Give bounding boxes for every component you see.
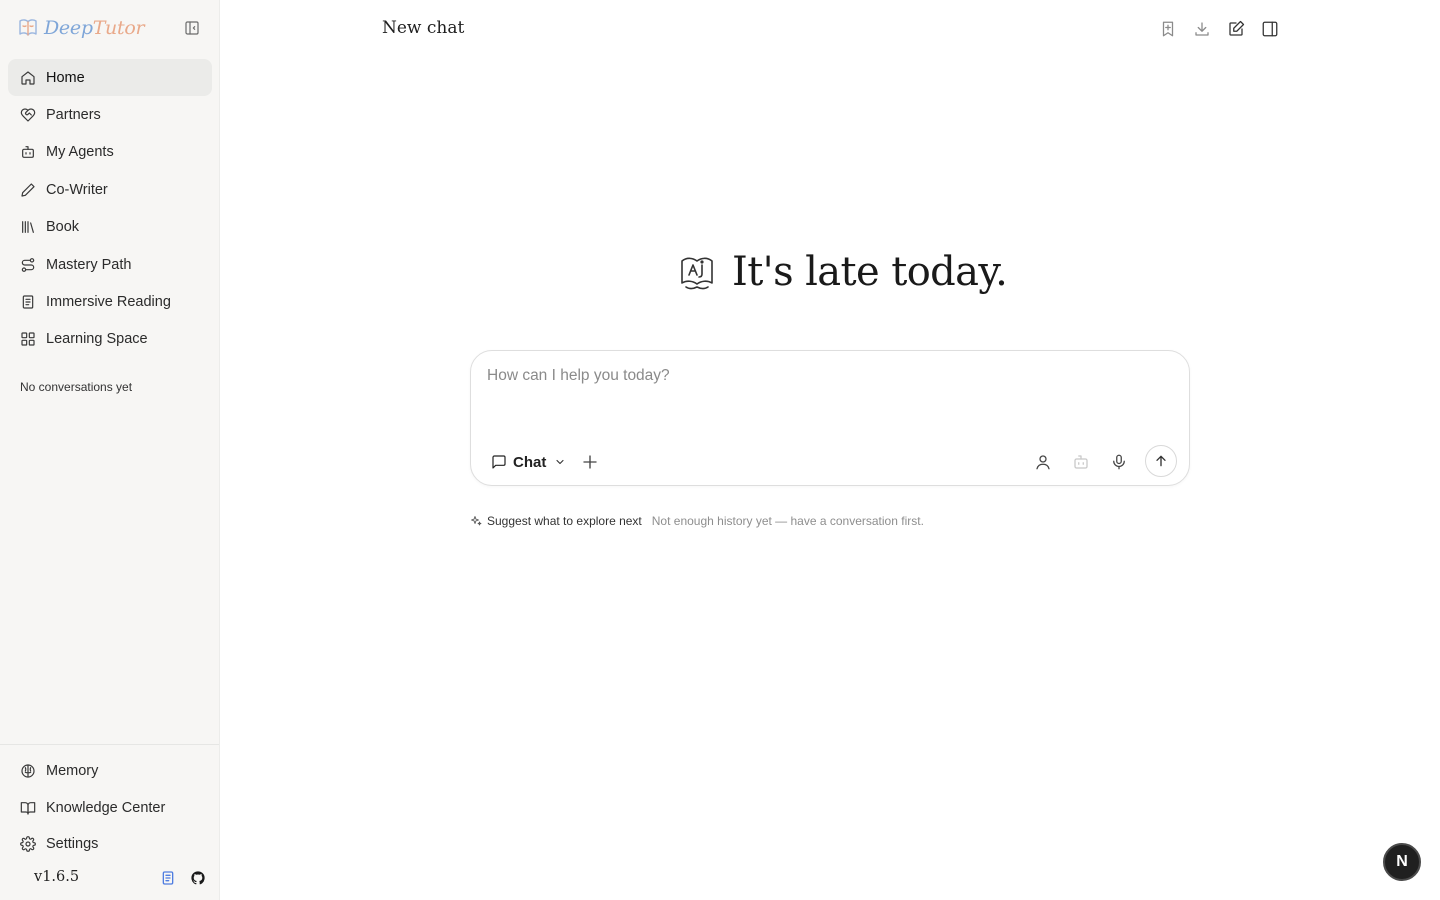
sparkles-icon xyxy=(470,515,482,527)
bot-icon xyxy=(20,144,36,160)
sidebar-item-label: Learning Space xyxy=(46,331,148,348)
edit-square-icon[interactable] xyxy=(1227,20,1245,38)
docs-icon[interactable] xyxy=(160,870,176,886)
floating-badge-button[interactable]: N xyxy=(1383,843,1421,881)
sidebar-item-label: Memory xyxy=(46,763,99,780)
version-label: v1.6.5 xyxy=(34,869,80,885)
sidebar-item-mastery-path[interactable]: Mastery Path xyxy=(8,246,212,283)
panel-right-icon[interactable] xyxy=(1261,20,1279,38)
mic-icon[interactable] xyxy=(1110,453,1128,471)
book-open-icon xyxy=(20,800,36,816)
empty-conversations-text: No conversations yet xyxy=(20,380,133,394)
suggest-button[interactable]: Suggest what to explore next xyxy=(487,514,642,528)
grid-icon xyxy=(20,331,36,347)
message-square-icon xyxy=(491,454,507,470)
sidebar-item-label: Home xyxy=(46,69,85,86)
sidebar-item-label: Settings xyxy=(46,835,99,852)
brand[interactable]: DeepTutor xyxy=(16,14,145,42)
sidebar-item-label: Knowledge Center xyxy=(46,799,166,816)
suggest-row: Suggest what to explore next Not enough … xyxy=(470,513,924,529)
mode-label: Chat xyxy=(513,453,547,471)
brand-logo-icon xyxy=(16,16,40,40)
bot-icon[interactable] xyxy=(1072,453,1090,471)
sidebar-item-learning-space[interactable]: Learning Space xyxy=(8,321,212,358)
sidebar-bottom: Memory Knowledge Center Settings xyxy=(0,744,219,862)
brand-name: DeepTutor xyxy=(44,17,145,39)
route-icon xyxy=(20,257,36,273)
chevron-down-icon xyxy=(554,456,566,468)
version-row: v1.6.5 xyxy=(0,864,219,892)
sidebar-item-co-writer[interactable]: Co-Writer xyxy=(8,171,212,208)
brain-icon xyxy=(20,763,36,779)
page-title: New chat xyxy=(382,18,465,38)
heart-handshake-icon xyxy=(20,107,36,123)
add-attachment-icon[interactable] xyxy=(581,453,599,471)
sidebar: DeepTutor Home Partners My Agents Co-Wri… xyxy=(0,0,220,900)
deeptutor-mascot-icon xyxy=(676,251,718,293)
download-icon[interactable] xyxy=(1193,20,1211,38)
sidebar-item-label: My Agents xyxy=(46,144,114,161)
greeting-text: It's late today. xyxy=(732,249,1008,295)
sidebar-item-immersive-reading[interactable]: Immersive Reading xyxy=(8,283,212,320)
message-input[interactable] xyxy=(487,367,1167,427)
gear-icon xyxy=(20,836,36,852)
notebook-icon xyxy=(20,294,36,310)
bookmark-icon[interactable] xyxy=(1159,20,1177,38)
sidebar-item-my-agents[interactable]: My Agents xyxy=(8,134,212,171)
sidebar-item-book[interactable]: Book xyxy=(8,209,212,246)
mode-select[interactable]: Chat xyxy=(491,452,566,472)
hero-greeting: It's late today. xyxy=(676,246,1008,298)
sidebar-item-knowledge-center[interactable]: Knowledge Center xyxy=(8,789,211,825)
sidebar-nav: Home Partners My Agents Co-Writer Book M… xyxy=(8,59,212,358)
collapse-sidebar-icon[interactable] xyxy=(184,20,200,36)
chat-composer: Chat xyxy=(470,350,1190,486)
sidebar-item-home[interactable]: Home xyxy=(8,59,212,97)
user-icon[interactable] xyxy=(1034,453,1052,471)
github-icon[interactable] xyxy=(190,870,206,886)
home-icon xyxy=(20,70,36,86)
sidebar-item-partners[interactable]: Partners xyxy=(8,96,212,133)
pen-icon xyxy=(20,182,36,198)
sidebar-item-label: Co-Writer xyxy=(46,181,108,198)
suggest-hint: Not enough history yet — have a conversa… xyxy=(651,514,924,528)
sidebar-item-label: Mastery Path xyxy=(46,256,132,273)
sidebar-item-label: Book xyxy=(46,219,80,236)
sidebar-item-label: Partners xyxy=(46,107,101,124)
sidebar-item-settings[interactable]: Settings xyxy=(8,826,211,862)
library-icon xyxy=(20,219,36,235)
sidebar-item-memory[interactable]: Memory xyxy=(8,753,211,789)
send-button[interactable] xyxy=(1145,445,1177,477)
arrow-up-icon xyxy=(1153,453,1169,469)
sidebar-item-label: Immersive Reading xyxy=(46,294,171,311)
